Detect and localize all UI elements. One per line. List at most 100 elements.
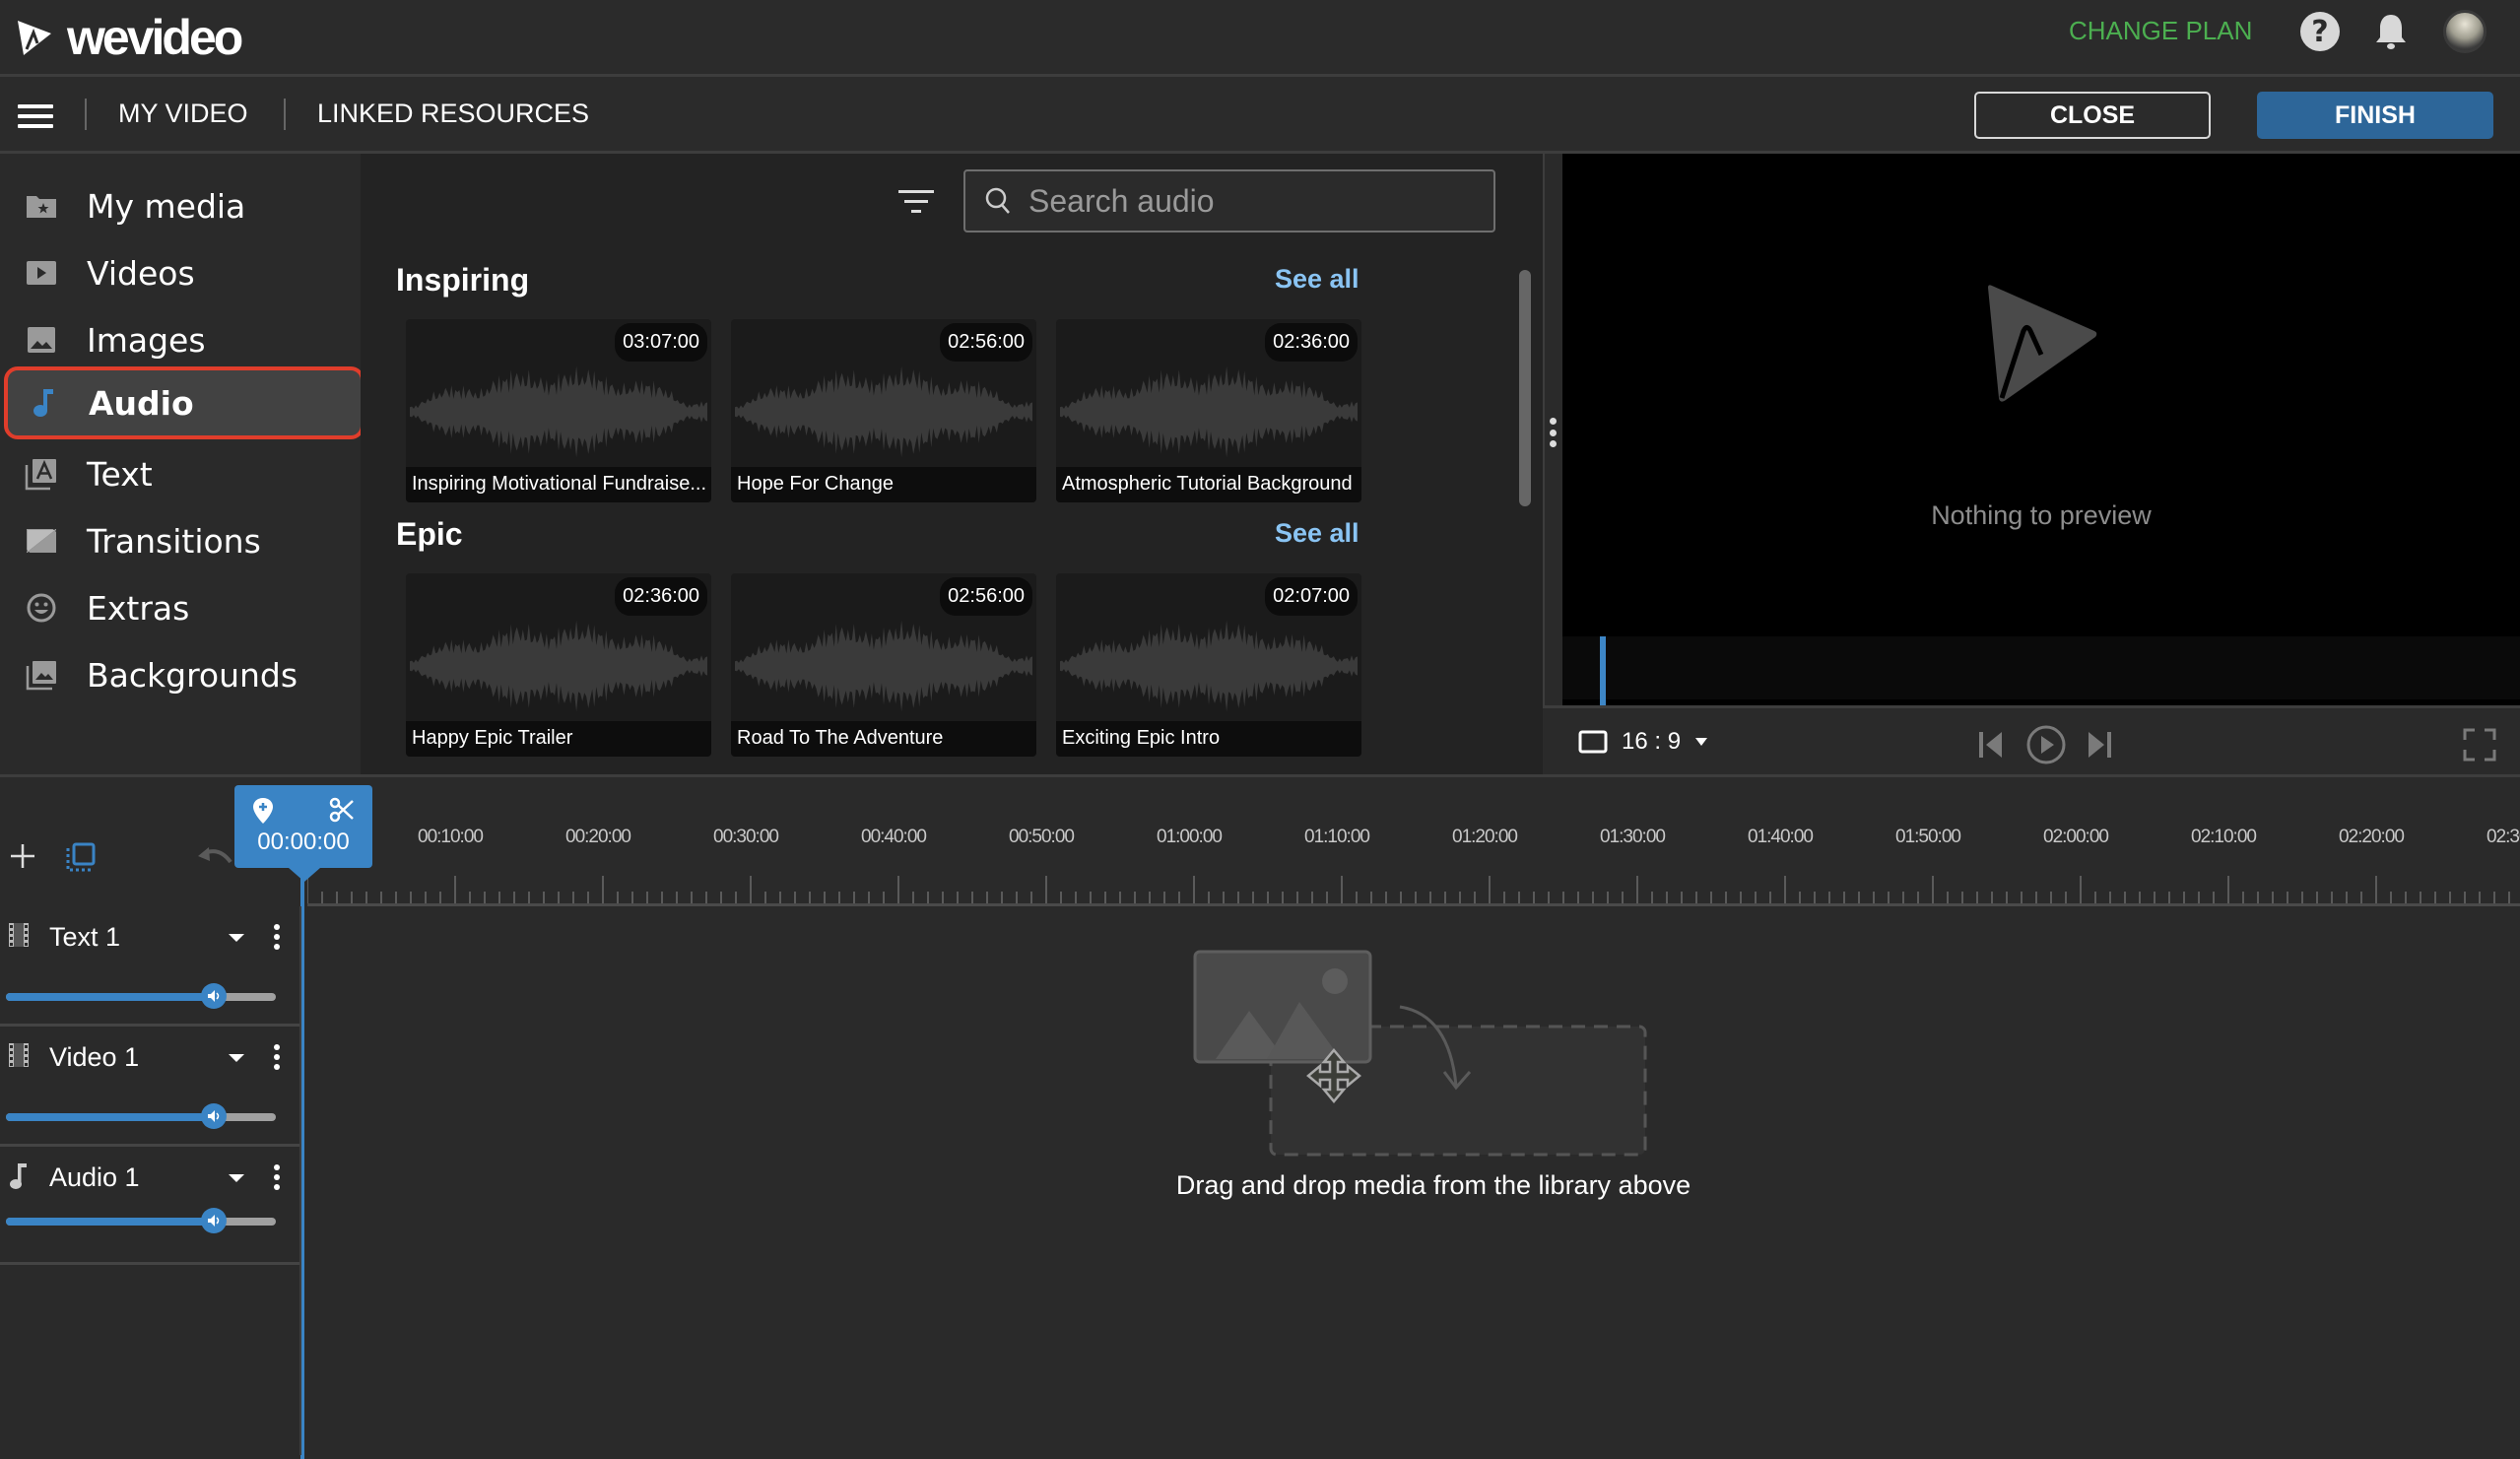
filter-icon[interactable] <box>896 187 936 217</box>
music-note-icon <box>22 388 65 418</box>
search-icon <box>985 187 1010 214</box>
nav-divider <box>284 99 286 130</box>
transition-icon <box>20 528 63 554</box>
sidebar-item-text[interactable]: Text <box>6 437 366 510</box>
video-preview: Nothing to preview <box>1562 154 2520 705</box>
track-more-menu[interactable] <box>274 1044 282 1070</box>
sidebar-item-images[interactable]: Images <box>6 303 366 376</box>
nav-divider <box>85 99 87 130</box>
ruler-label: 00:10:00 <box>418 827 484 847</box>
scissors-icon[interactable] <box>329 797 355 823</box>
play-icon[interactable] <box>2025 724 2067 765</box>
track-volume-slider[interactable] <box>6 983 276 1009</box>
track-volume-slider[interactable] <box>6 1208 276 1233</box>
close-button[interactable]: CLOSE <box>1974 92 2211 139</box>
duration-badge: 03:07:00 <box>615 323 707 362</box>
volume-knob[interactable] <box>200 1103 227 1129</box>
audio-card[interactable]: 02:56:00 Road To The Adventure <box>731 573 1036 757</box>
bell-icon <box>2376 15 2406 49</box>
change-plan-link[interactable]: CHANGE PLAN <box>2069 16 2252 46</box>
audio-card[interactable]: 03:07:00 Inspiring Motivational Fundrais… <box>406 319 711 502</box>
track-more-menu[interactable] <box>274 924 282 950</box>
current-time: 00:00:00 <box>257 829 350 855</box>
finish-button[interactable]: FINISH <box>2257 92 2493 139</box>
search-audio-input[interactable] <box>1028 182 1492 220</box>
track-audio-1: Audio 1 <box>0 1147 300 1265</box>
search-audio-field[interactable] <box>963 169 1495 232</box>
sidebar-item-label: Extras <box>87 588 190 628</box>
timeline-ruler[interactable]: 00:10:00 00:20:00 00:30:00 00:40:00 00:50:00… <box>307 777 2520 906</box>
hamburger-icon[interactable] <box>18 104 53 128</box>
library-scrollbar[interactable] <box>1519 270 1531 506</box>
preview-scrubber[interactable] <box>1562 636 2520 705</box>
track-volume-slider[interactable] <box>6 1103 276 1129</box>
audio-card[interactable]: 02:36:00 Atmospheric Tutorial Background <box>1056 319 1361 502</box>
ruler-label: 02:00:00 <box>2043 827 2109 847</box>
track-more-menu[interactable] <box>274 1164 282 1190</box>
sidebar-item-transitions[interactable]: Transitions <box>6 504 366 577</box>
add-track-button[interactable] <box>10 836 35 876</box>
duration-badge: 02:56:00 <box>940 323 1032 362</box>
volume-knob[interactable] <box>200 1208 227 1233</box>
skip-forward-icon[interactable] <box>2087 730 2112 760</box>
music-note-icon <box>10 1163 27 1189</box>
waveform-icon <box>735 365 1032 458</box>
track-name: Text 1 <box>49 922 121 952</box>
panel-resize-handle[interactable] <box>1543 154 1562 774</box>
undo-button[interactable] <box>197 846 232 874</box>
brand-wordmark: wevideo <box>67 10 243 65</box>
sidebar-item-label: Audio <box>89 383 194 423</box>
volume-fill <box>6 993 214 1001</box>
see-all-inspiring-link[interactable]: See all <box>1275 264 1359 295</box>
audio-title: Exciting Epic Intro <box>1056 721 1361 757</box>
user-avatar[interactable] <box>2443 10 2487 53</box>
speaker-icon <box>207 990 220 1002</box>
ruler-label: 02:10:00 <box>2191 827 2257 847</box>
scrubber-playhead[interactable] <box>1600 636 1606 705</box>
track-dropdown-chevron[interactable] <box>229 934 244 942</box>
aspect-ratio-value: 16 : 9 <box>1622 728 1682 755</box>
playhead-marker[interactable]: 00:00:00 <box>234 785 372 868</box>
sidebar-item-videos[interactable]: Videos <box>6 236 366 309</box>
audio-card[interactable]: 02:07:00 Exciting Epic Intro <box>1056 573 1361 757</box>
ruler-label: 02:30:00 <box>2487 827 2520 847</box>
audio-title: Hope For Change <box>731 467 1036 502</box>
see-all-epic-link[interactable]: See all <box>1275 518 1359 549</box>
sidebar-item-extras[interactable]: Extras <box>6 571 366 644</box>
duration-badge: 02:07:00 <box>1265 577 1358 616</box>
selection-icon <box>66 842 96 872</box>
sidebar-item-label: Videos <box>87 253 195 293</box>
skip-back-icon[interactable] <box>1978 730 2004 760</box>
sidebar-item-label: Images <box>87 320 206 360</box>
select-tool-button[interactable] <box>65 842 97 878</box>
track-header-border <box>299 906 301 1455</box>
audio-card[interactable]: 02:36:00 Happy Epic Trailer <box>406 573 711 757</box>
film-strip-icon <box>9 1043 29 1067</box>
waveform-icon <box>735 620 1032 712</box>
help-button[interactable]: ? <box>2299 11 2341 52</box>
ruler-label: 00:40:00 <box>861 827 927 847</box>
nav-my-video[interactable]: MY VIDEO <box>118 99 248 129</box>
fullscreen-icon[interactable] <box>2463 728 2496 762</box>
aspect-ratio-dropdown[interactable]: 16 : 9 <box>1578 728 1708 756</box>
speaker-icon <box>207 1110 220 1122</box>
sidebar-item-backgrounds[interactable]: Backgrounds <box>6 638 366 711</box>
track-dropdown-chevron[interactable] <box>229 1054 244 1062</box>
waveform-icon <box>410 620 707 712</box>
audio-card[interactable]: 02:56:00 Hope For Change <box>731 319 1036 502</box>
track-dropdown-chevron[interactable] <box>229 1174 244 1182</box>
wevideo-logo[interactable]: wevideo <box>16 6 243 69</box>
notifications-button[interactable] <box>2370 11 2412 52</box>
sidebar-item-my-media[interactable]: My media <box>6 169 366 242</box>
duration-badge: 02:56:00 <box>940 577 1032 616</box>
volume-knob[interactable] <box>200 983 227 1009</box>
top-bar: wevideo CHANGE PLAN ? <box>0 0 2520 77</box>
ruler-label: 00:30:00 <box>713 827 779 847</box>
sidebar-item-audio[interactable]: Audio <box>4 366 365 439</box>
nav-linked-resources[interactable]: LINKED RESOURCES <box>317 99 589 129</box>
track-headers: Text 1 Video 1 Audio 1 <box>0 906 300 1265</box>
playhead-pointer <box>289 868 320 882</box>
add-marker-icon[interactable] <box>252 797 274 825</box>
section-title-inspiring: Inspiring <box>396 262 530 298</box>
undo-icon <box>198 847 232 864</box>
